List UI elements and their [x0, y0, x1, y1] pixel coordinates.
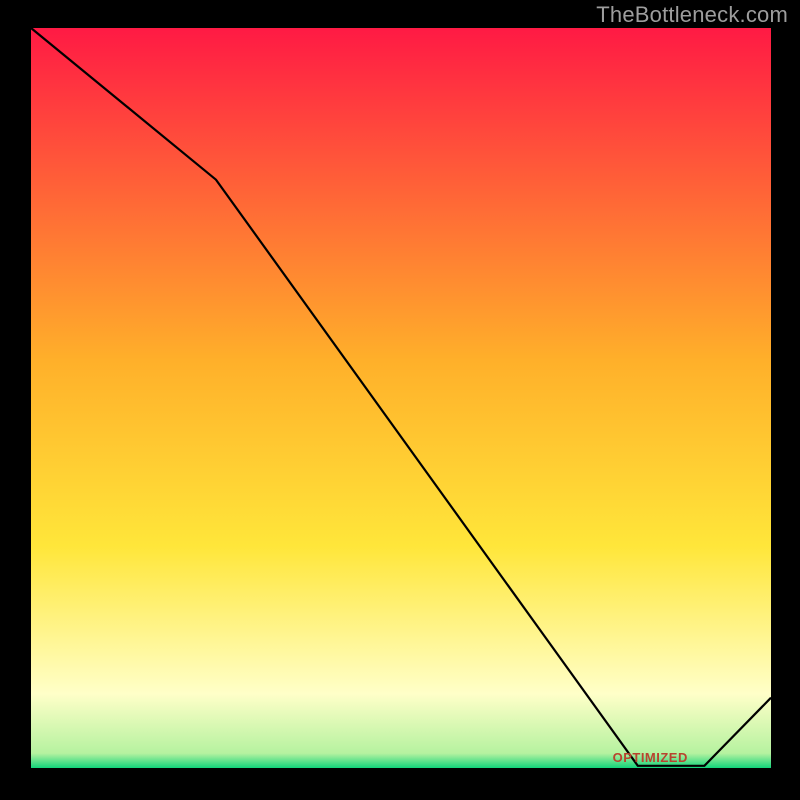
- plot-gradient-rect: [31, 28, 771, 768]
- chart-stage: TheBottleneck.com OPTIMIZED: [0, 0, 800, 800]
- bottleneck-chart: [0, 0, 800, 800]
- optimal-label: OPTIMIZED: [613, 750, 688, 765]
